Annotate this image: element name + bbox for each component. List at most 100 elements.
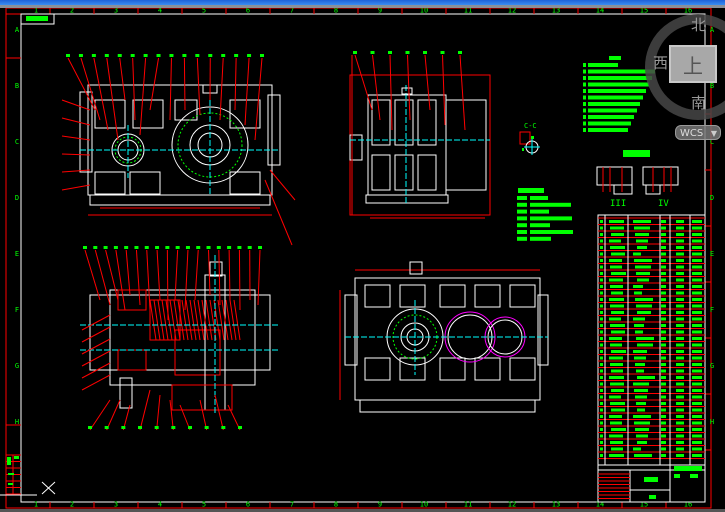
grid-column-label: 7	[290, 501, 294, 509]
material	[676, 285, 684, 288]
material	[676, 389, 684, 392]
part-name	[635, 428, 649, 431]
viewcube-south[interactable]: 南	[691, 92, 706, 113]
row-number	[600, 233, 603, 236]
row-number	[600, 272, 603, 275]
leader-line	[67, 57, 96, 111]
grid-column-label: 2	[70, 501, 74, 509]
viewcube-north[interactable]: 北	[691, 14, 706, 35]
rib	[394, 99, 414, 146]
remark	[692, 337, 702, 340]
leader-line	[93, 57, 109, 131]
drawing-number-text	[26, 16, 48, 21]
rib	[364, 284, 391, 308]
part-code	[609, 356, 623, 360]
row-number	[600, 343, 603, 347]
row-number	[600, 298, 603, 301]
remark	[692, 356, 702, 360]
grid-row-label: E	[710, 250, 714, 258]
quantity	[661, 395, 666, 399]
quantity	[661, 272, 666, 275]
shaft-sketch	[596, 166, 633, 186]
rib	[399, 284, 426, 308]
part-number	[143, 54, 148, 57]
part-number	[117, 54, 122, 57]
text-bar	[531, 136, 534, 139]
quantity	[661, 434, 666, 438]
material	[676, 330, 684, 334]
note-text	[588, 102, 640, 106]
note-text	[588, 76, 652, 80]
param-value	[530, 236, 551, 241]
part-number	[353, 51, 357, 54]
part-code	[611, 447, 623, 451]
wcs-menu-button[interactable]: WCS ▼	[675, 125, 721, 140]
material	[676, 220, 684, 223]
leader-line	[89, 399, 111, 431]
leader-line	[81, 374, 111, 391]
viewcube-top-face[interactable]: 上	[669, 45, 717, 83]
output-shaft-housing	[445, 99, 487, 191]
leader-line	[214, 394, 224, 431]
grid-row-label: F	[15, 306, 19, 314]
part-code	[611, 291, 623, 295]
part-code	[611, 350, 626, 353]
grid-column-label: 9	[378, 501, 382, 509]
remark	[692, 226, 702, 230]
remark	[692, 291, 702, 295]
leader-line	[269, 169, 296, 201]
leader-line	[372, 54, 381, 121]
material	[676, 408, 684, 412]
row-number	[600, 226, 603, 230]
part-number	[156, 54, 161, 57]
shaft-sketch	[613, 184, 633, 195]
section-label: C-C	[524, 122, 537, 130]
material	[676, 272, 684, 275]
rib	[364, 357, 391, 381]
part-code	[609, 454, 624, 457]
part-number	[195, 54, 200, 57]
bearing-hatch	[117, 349, 147, 371]
grid-row-label: D	[710, 194, 714, 202]
material	[676, 252, 684, 256]
quantity	[661, 304, 666, 308]
material	[676, 369, 684, 373]
part-name	[633, 317, 645, 321]
remark	[692, 441, 702, 444]
grid-column-label: 14	[596, 8, 604, 15]
part-name	[636, 239, 648, 243]
leader-line	[81, 338, 111, 355]
quantity	[661, 382, 666, 386]
quantity	[661, 259, 666, 262]
leader-line	[264, 179, 293, 246]
part-code	[610, 246, 625, 249]
note-number	[583, 121, 586, 126]
material	[676, 233, 684, 236]
part-number	[83, 246, 87, 249]
grid-column-label: 7	[290, 8, 294, 15]
remark	[692, 369, 702, 373]
part-name	[636, 434, 648, 438]
leader-line	[219, 57, 224, 121]
quantity	[661, 350, 666, 353]
viewcube-west[interactable]: 西	[653, 52, 668, 73]
leader-line	[81, 350, 111, 367]
drawing-canvas[interactable]: 1122334455667788991010111112121313141415…	[0, 8, 725, 509]
grid-column-label: 1	[34, 501, 38, 509]
row-number	[600, 285, 603, 288]
leader-line	[194, 249, 199, 301]
part-number	[258, 246, 262, 249]
material	[676, 395, 684, 399]
material	[676, 239, 684, 243]
rib	[371, 99, 391, 146]
material	[676, 324, 684, 327]
note-text	[588, 121, 631, 126]
param-label	[517, 202, 527, 207]
shaft-key	[209, 261, 223, 277]
part-code	[609, 395, 621, 399]
remark	[692, 252, 702, 256]
material	[676, 278, 684, 282]
leader-line	[125, 249, 131, 296]
param-label	[517, 216, 527, 221]
part-number	[103, 246, 108, 249]
